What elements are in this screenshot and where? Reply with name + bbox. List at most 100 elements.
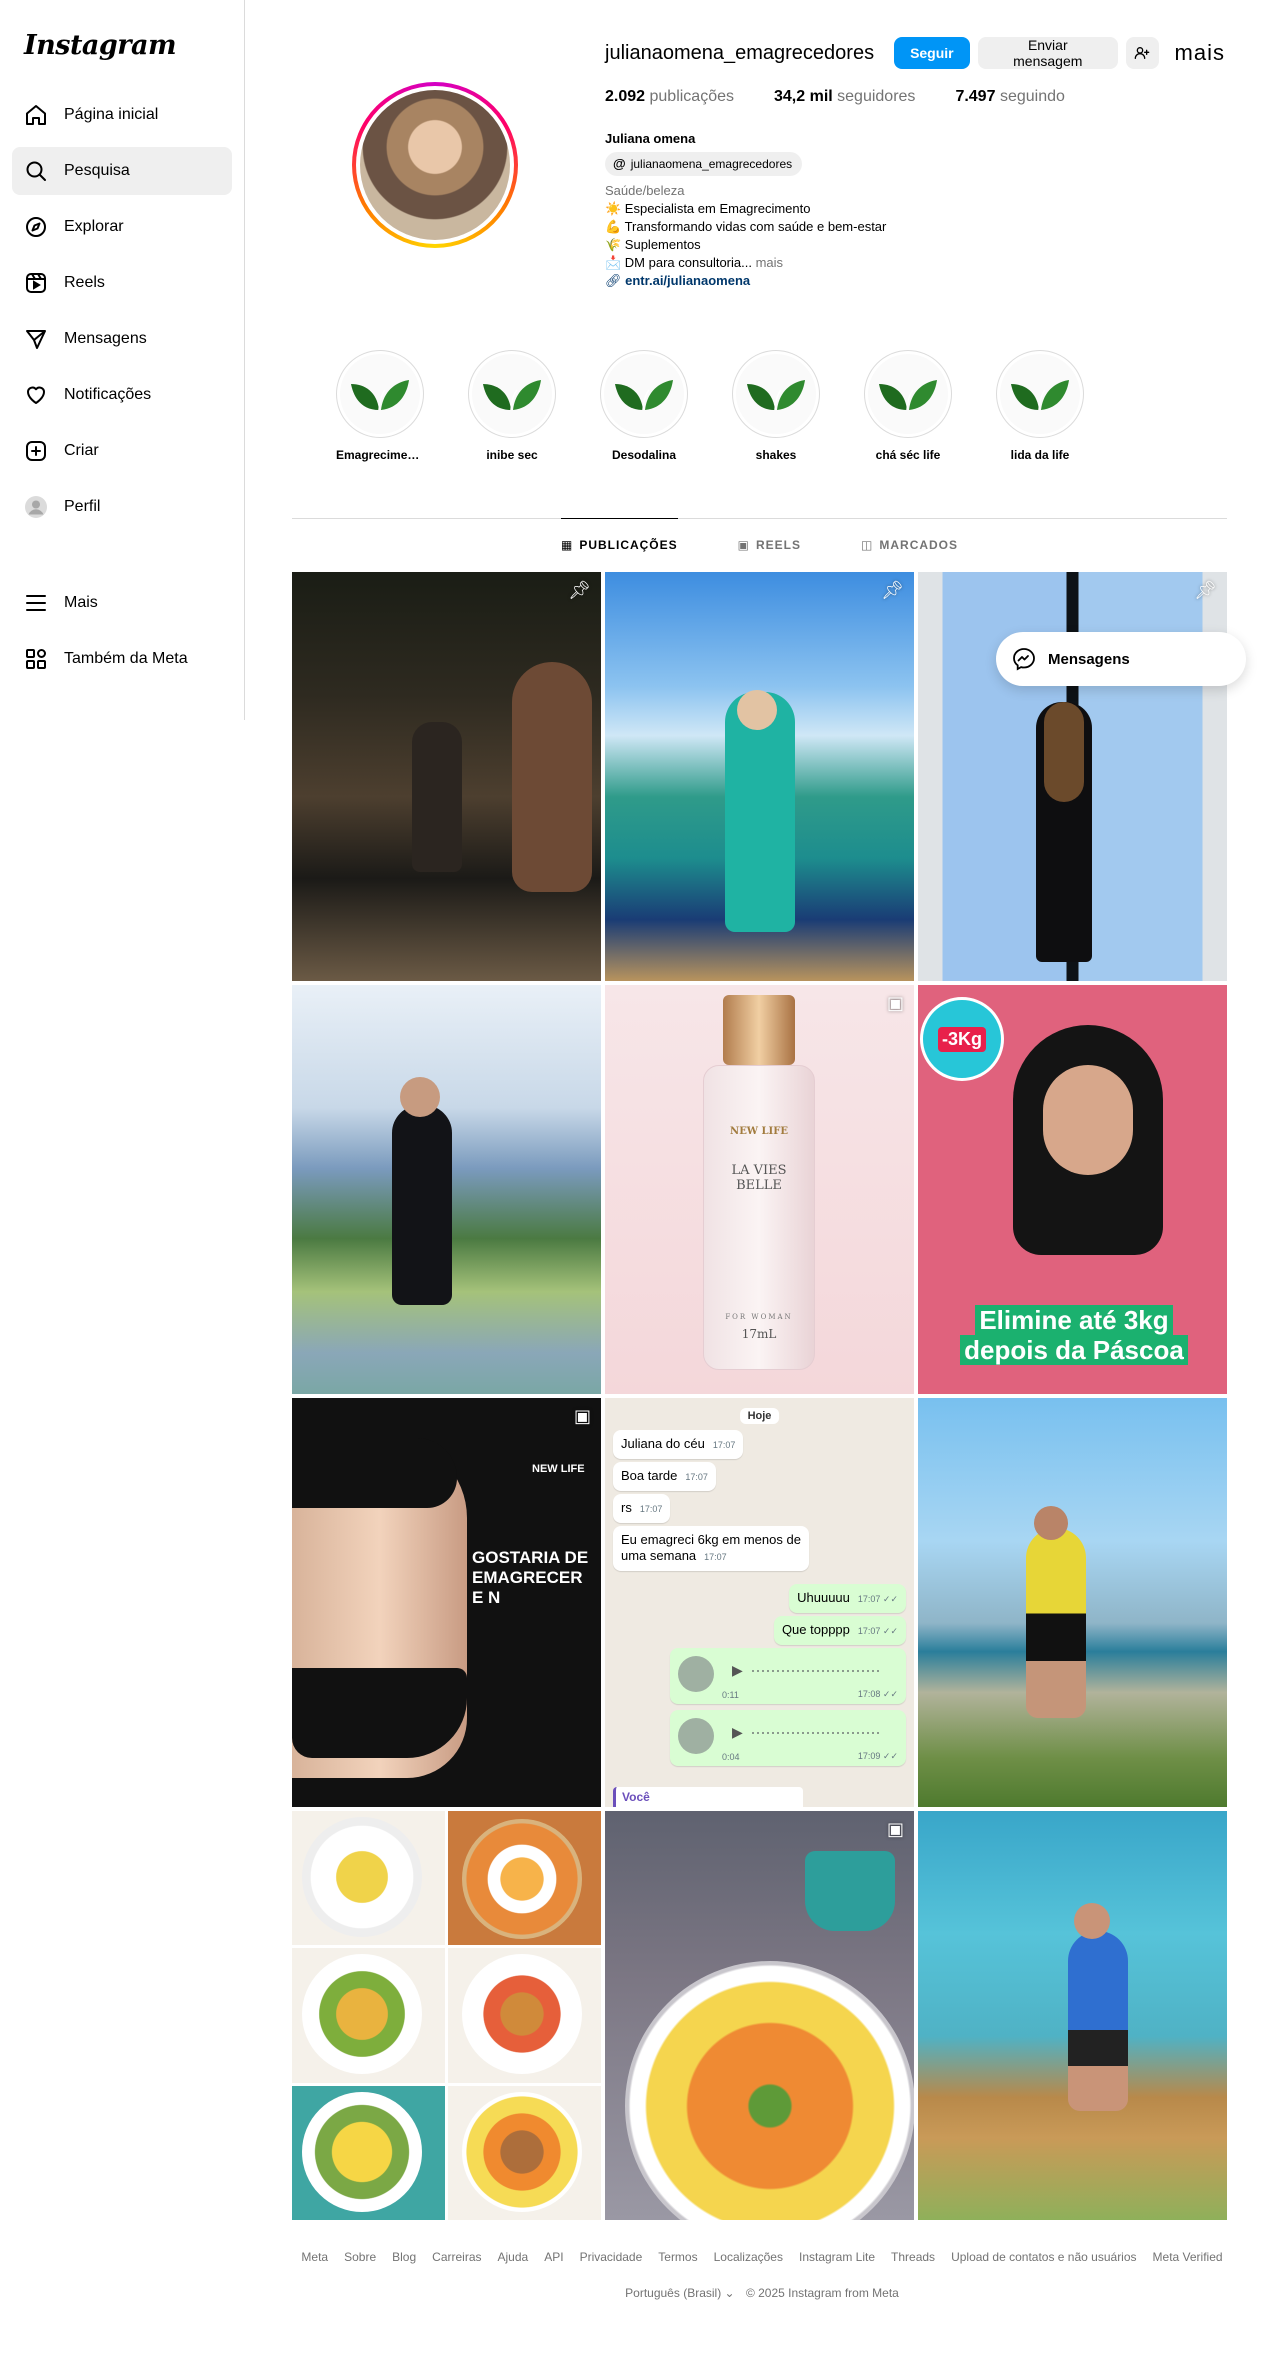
- post-tile[interactable]: [292, 1811, 601, 2220]
- more-options-icon[interactable]: mais: [1175, 40, 1225, 66]
- post-tile[interactable]: [918, 1398, 1227, 1807]
- profile-username: julianaomena_emagrecedores: [605, 41, 875, 64]
- add-person-icon: [1134, 47, 1150, 59]
- bio-link-row[interactable]: 🔗︎ entr.ai/julianaomena: [605, 272, 1225, 290]
- leaf-icon: [483, 380, 541, 411]
- bio-more-link[interactable]: mais: [756, 255, 783, 270]
- highlight-item[interactable]: inibe sec: [468, 350, 556, 462]
- post-tile[interactable]: -3Kg Elimine até 3kg depois da Páscoa: [918, 985, 1227, 1394]
- bio-line: 💪 Transformando vidas com saúde e bem-es…: [605, 219, 887, 234]
- post-tile[interactable]: 📌︎: [292, 572, 601, 981]
- pin-icon: 📌︎: [1194, 580, 1217, 600]
- threads-badge[interactable]: @ julianaomena_emagrecedores: [605, 152, 803, 176]
- tab-tagged[interactable]: ◫ MARCADOS: [861, 519, 958, 571]
- suggest-users-button[interactable]: [1125, 37, 1159, 69]
- sidebar-item-explore[interactable]: Explorar: [12, 203, 232, 251]
- bio-line: 🌾 Suplementos: [605, 237, 701, 252]
- footer-link[interactable]: Blog: [392, 2250, 416, 2264]
- reel-icon: ▣: [886, 1819, 904, 1839]
- story-highlights: Emagrecimen... inibe sec Desodalina shak…: [336, 350, 1128, 462]
- bio-line: 📩 DM para consultoria... mais: [605, 255, 784, 270]
- profile-category: Saúde/beleza: [605, 183, 685, 198]
- reels-icon: ▣: [737, 538, 750, 552]
- highlight-item[interactable]: shakes: [732, 350, 820, 462]
- footer-link[interactable]: Privacidade: [580, 2250, 643, 2264]
- sidebar: Instagram Página inicial Pesquisa Explor…: [0, 0, 245, 720]
- post-tile[interactable]: NEW LIFE LA VIES BELLE FOR WOMAN 17mL ▣: [605, 985, 914, 1394]
- sidebar-item-more[interactable]: Mais: [12, 579, 232, 627]
- sidebar-item-reels[interactable]: Reels: [12, 259, 232, 307]
- sidebar-item-label: Criar: [64, 442, 99, 459]
- plus-square-icon: [24, 439, 48, 463]
- profile-stats: 2.092 publicações 34,2 mil seguidores 7.…: [605, 88, 1225, 106]
- follow-button[interactable]: Seguir: [894, 37, 970, 69]
- footer-link[interactable]: Termos: [658, 2250, 697, 2264]
- tab-reels[interactable]: ▣ REELS: [738, 519, 801, 571]
- footer-link[interactable]: Meta Verified: [1153, 2250, 1223, 2264]
- post-tile[interactable]: [292, 985, 601, 1394]
- copyright: © 2025 Instagram from Meta: [745, 2286, 899, 2300]
- floating-messages-button[interactable]: Mensagens: [996, 632, 1246, 686]
- sidebar-item-messages[interactable]: Mensagens: [12, 315, 232, 363]
- leaf-icon: [879, 380, 937, 411]
- sidebar-item-label: Perfil: [64, 498, 101, 515]
- sidebar-item-profile[interactable]: Perfil: [12, 483, 232, 531]
- heart-icon: [24, 383, 48, 407]
- search-icon: [24, 159, 48, 183]
- posts-grid: 📌︎ 📌︎ 📌︎ NEW LIFE LA VIES BELLE FOR WOMA…: [292, 572, 1227, 2220]
- footer-link[interactable]: Threads: [891, 2250, 935, 2264]
- avatar-icon: [24, 495, 48, 519]
- send-icon: [24, 327, 48, 351]
- footer: Meta Sobre Blog Carreiras Ajuda API Priv…: [292, 2250, 1232, 2300]
- send-message-button[interactable]: Enviar mensagem: [977, 37, 1118, 69]
- following-stat[interactable]: 7.497 seguindo: [955, 88, 1064, 106]
- sidebar-item-home[interactable]: Página inicial: [12, 91, 232, 139]
- sidebar-item-label: Explorar: [64, 218, 124, 235]
- post-tile[interactable]: NEW LIFE GOSTARIA DE EMAGRECER E N ▣: [292, 1398, 601, 1807]
- sidebar-item-label: Reels: [64, 274, 105, 291]
- footer-link[interactable]: Upload de contatos e não usuários: [951, 2250, 1136, 2264]
- language-selector[interactable]: Português (Brasil) ⌄: [625, 2286, 734, 2300]
- profile-info: julianaomena_emagrecedores Seguir Enviar…: [605, 36, 1225, 290]
- followers-stat[interactable]: 34,2 mil seguidores: [774, 88, 915, 106]
- profile-tabs: ▦ PUBLICAÇÕES ▣ REELS ◫ MARCADOS: [292, 518, 1227, 571]
- sidebar-item-label: Mais: [64, 594, 98, 611]
- footer-links: Meta Sobre Blog Carreiras Ajuda API Priv…: [292, 2250, 1232, 2264]
- bio-link[interactable]: entr.ai/julianaomena: [625, 273, 750, 288]
- sidebar-item-search[interactable]: Pesquisa: [12, 147, 232, 195]
- reel-icon: ▣: [886, 993, 904, 1013]
- footer-link[interactable]: Sobre: [344, 2250, 376, 2264]
- menu-icon: [24, 591, 48, 615]
- footer-link[interactable]: Localizações: [714, 2250, 783, 2264]
- highlight-item[interactable]: Emagrecimen...: [336, 350, 424, 462]
- sidebar-item-notifications[interactable]: Notificações: [12, 371, 232, 419]
- threads-icon: @: [613, 156, 626, 171]
- footer-link[interactable]: API: [544, 2250, 563, 2264]
- sidebar-item-label: Também da Meta: [64, 650, 188, 667]
- home-icon: [24, 103, 48, 127]
- profile-avatar[interactable]: [352, 82, 518, 248]
- sidebar-item-create[interactable]: Criar: [12, 427, 232, 475]
- instagram-logo[interactable]: Instagram: [12, 30, 232, 61]
- highlight-item[interactable]: chá séc life: [864, 350, 952, 462]
- footer-link[interactable]: Ajuda: [498, 2250, 529, 2264]
- highlight-item[interactable]: Desodalina: [600, 350, 688, 462]
- pin-icon: 📌︎: [568, 580, 591, 600]
- footer-link[interactable]: Instagram Lite: [799, 2250, 875, 2264]
- sidebar-item-label: Pesquisa: [64, 162, 130, 179]
- posts-stat: 2.092 publicações: [605, 88, 734, 105]
- highlight-item[interactable]: lida da life: [996, 350, 1084, 462]
- post-tile[interactable]: ▣: [605, 1811, 914, 2220]
- footer-link[interactable]: Carreiras: [432, 2250, 481, 2264]
- reels-icon: [24, 271, 48, 295]
- pin-icon: 📌︎: [881, 580, 904, 600]
- sidebar-item-also-from-meta[interactable]: Também da Meta: [12, 635, 232, 683]
- post-tile[interactable]: [918, 1811, 1227, 2220]
- sidebar-item-label: Página inicial: [64, 106, 159, 123]
- profile-full-name: Juliana omena: [605, 131, 696, 146]
- tab-posts[interactable]: ▦ PUBLICAÇÕES: [560, 518, 678, 570]
- post-tile[interactable]: 📌︎: [605, 572, 914, 981]
- post-tile[interactable]: Hoje Juliana do céu 17:07 Boa tarde 17:07 …: [605, 1398, 914, 1807]
- footer-link[interactable]: Meta: [301, 2250, 328, 2264]
- leaf-icon: [351, 380, 409, 411]
